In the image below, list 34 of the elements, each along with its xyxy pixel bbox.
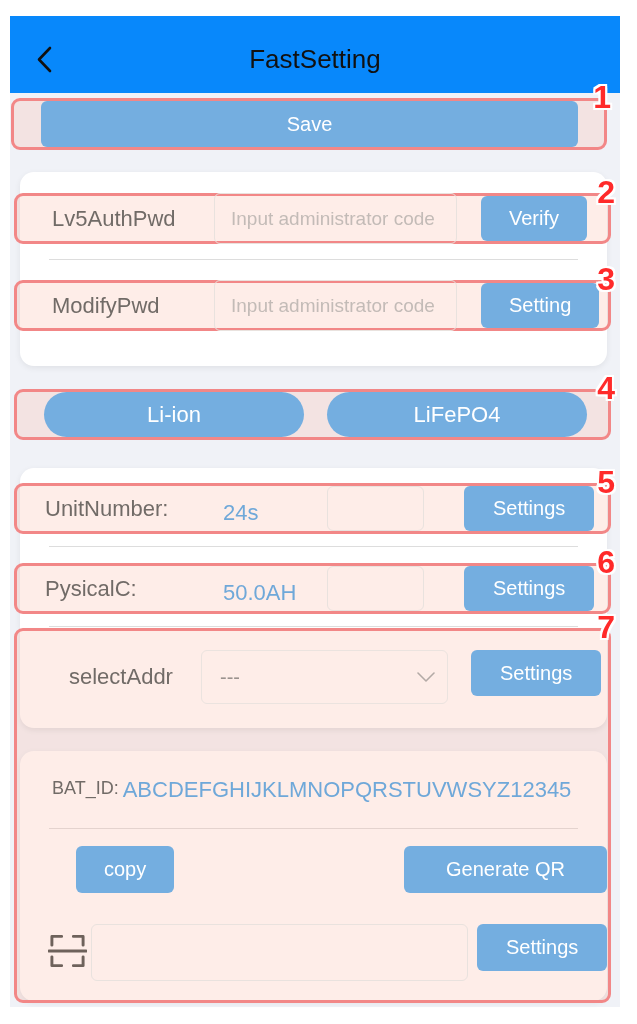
password-field[interactable]: Input administrator code bbox=[214, 280, 457, 331]
settings-button[interactable]: Settings bbox=[477, 924, 608, 971]
scan-icon[interactable] bbox=[48, 932, 87, 970]
field-value: 24s bbox=[223, 499, 260, 526]
generate-qr-button[interactable]: Generate QR bbox=[404, 846, 607, 893]
copy-button[interactable]: copy bbox=[76, 846, 175, 893]
callout-number: 2 bbox=[597, 176, 615, 208]
battery-type-button[interactable]: LiFePO4 bbox=[327, 392, 587, 437]
field-label: PysicalC: bbox=[45, 575, 138, 602]
settings-button[interactable]: Settings bbox=[464, 486, 595, 531]
field-label: BAT_ID: bbox=[52, 777, 119, 800]
field-value: 50.0AH bbox=[223, 579, 298, 606]
field-label: Lv5AuthPwd bbox=[52, 205, 177, 232]
battery-type-button[interactable]: Li-ion bbox=[44, 392, 304, 437]
callout-number: 7 bbox=[597, 611, 615, 643]
action-button[interactable]: Verify bbox=[481, 196, 588, 241]
chevron-down-icon bbox=[417, 672, 435, 682]
battery-id-value: ABCDEFGHIJKLMNOPQRSTUVWSYZ12345 bbox=[122, 777, 572, 803]
value-input[interactable] bbox=[327, 566, 424, 611]
callout-number: 5 bbox=[597, 466, 615, 498]
settings-button[interactable]: Settings bbox=[464, 566, 595, 611]
value-input[interactable] bbox=[327, 486, 424, 531]
callout-number: 3 bbox=[597, 263, 615, 295]
settings-button[interactable]: Settings bbox=[471, 650, 602, 696]
field-label: ModifyPwd bbox=[52, 292, 161, 319]
page-title: FastSetting bbox=[249, 44, 381, 75]
save-button[interactable]: Save bbox=[41, 101, 578, 147]
field-label: selectAddr bbox=[69, 664, 174, 690]
password-field[interactable]: Input administrator code bbox=[214, 193, 457, 244]
field-label: UnitNumber: bbox=[45, 495, 170, 522]
callout-number: 6 bbox=[597, 546, 615, 578]
back-icon[interactable] bbox=[36, 46, 52, 73]
address-select[interactable]: --- bbox=[201, 650, 448, 704]
callout-number: 4 bbox=[597, 372, 615, 404]
